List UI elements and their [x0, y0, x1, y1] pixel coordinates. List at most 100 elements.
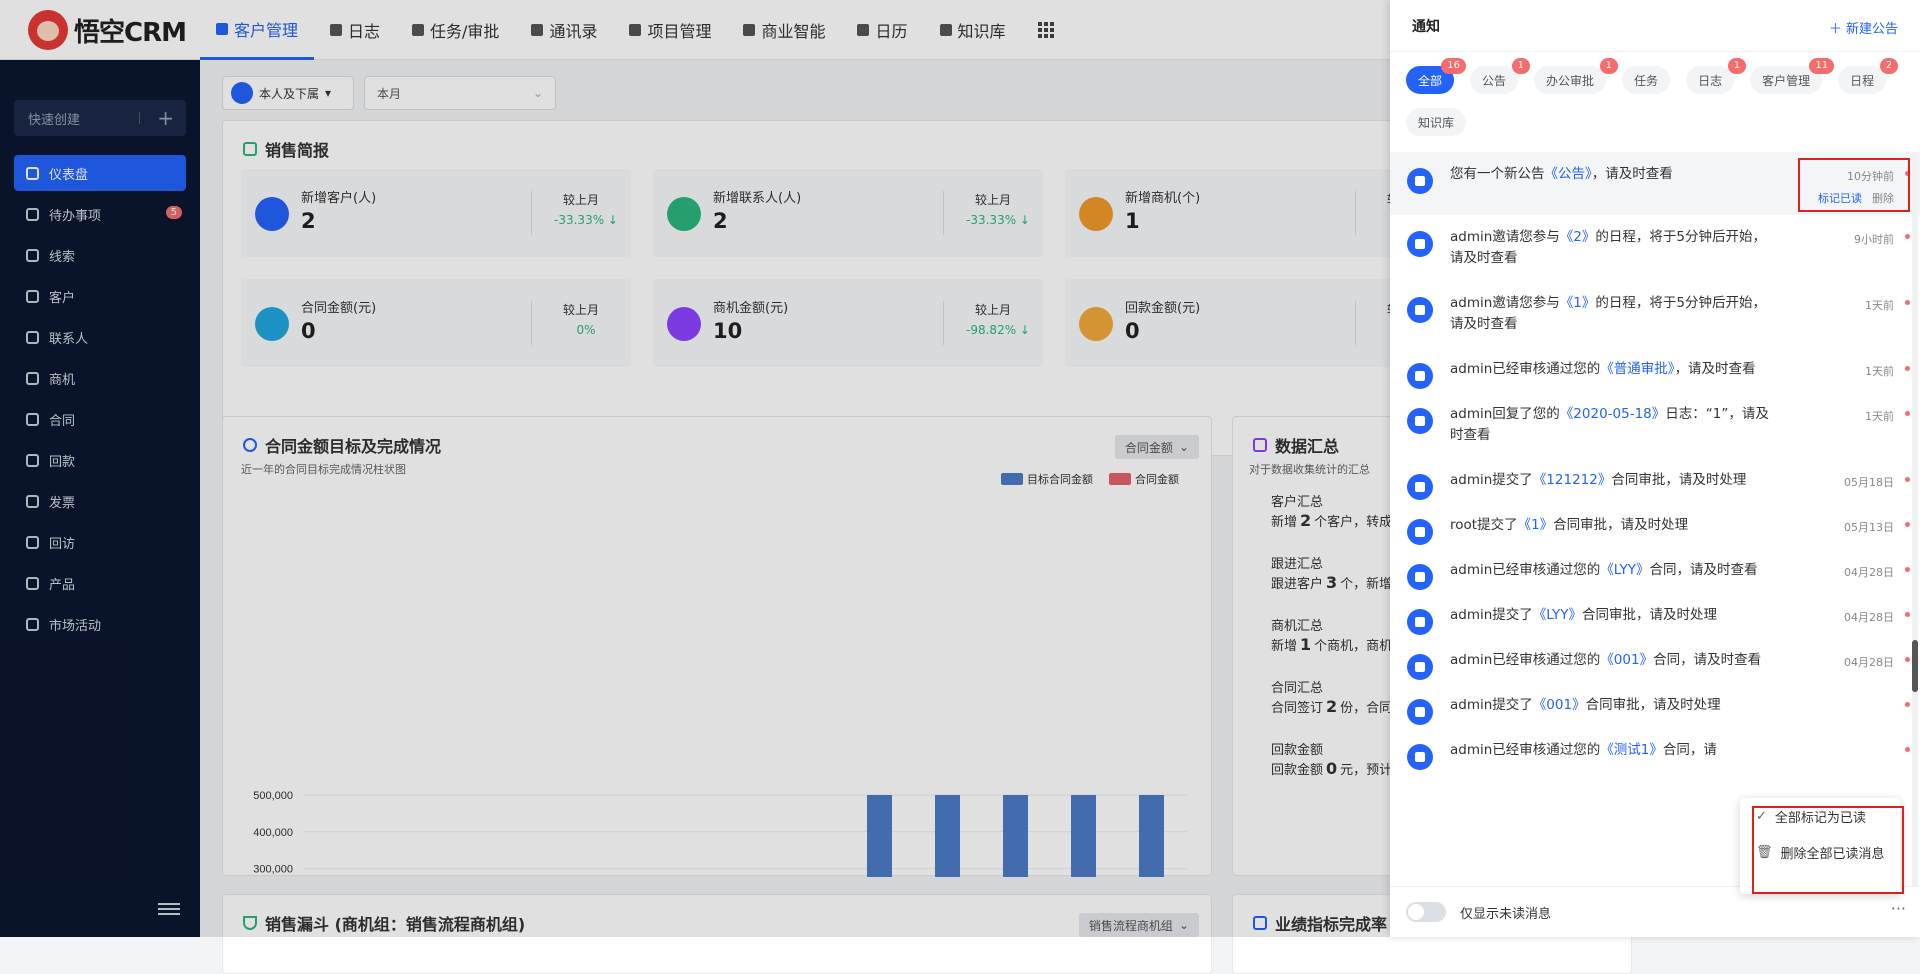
nav-item-7[interactable]: 知识库: [924, 0, 1022, 60]
nav-item-2[interactable]: 任务/审批: [396, 0, 515, 60]
data-summary-title: 数据汇总: [1253, 433, 1339, 457]
notification-link[interactable]: 《LYY》: [1533, 607, 1582, 623]
tab-5[interactable]: 客户管理 11: [1750, 58, 1835, 94]
sidebar-item-7[interactable]: 回款: [14, 442, 186, 478]
notification-item[interactable]: admin提交了《001》合同审批，请及时处理: [1390, 683, 1920, 728]
notification-item[interactable]: admin已经审核通过您的《测试1》合同，请: [1390, 728, 1920, 773]
bar-target[interactable]: [1003, 795, 1028, 877]
apps-grid-icon[interactable]: [1022, 0, 1070, 60]
stat-value: 0: [301, 319, 316, 343]
notification-item[interactable]: admin提交了《LYY》合同审批，请及时处理 04月28日: [1390, 593, 1920, 638]
notification-link[interactable]: 《001》: [1600, 652, 1653, 668]
todo-badge: 5: [165, 206, 182, 219]
tab-6[interactable]: 日程 2: [1838, 58, 1899, 94]
notification-pre: admin邀请您参与: [1450, 229, 1560, 245]
collapse-sidebar-icon[interactable]: [158, 903, 180, 917]
stat-label: 新增商机(个): [1125, 191, 1201, 206]
bar-target[interactable]: [867, 795, 892, 877]
scope-select[interactable]: 本人及下属 ▾: [222, 76, 354, 110]
notification-link[interactable]: 《2020-05-18》: [1560, 406, 1665, 422]
unread-dot: [1905, 477, 1910, 482]
quick-create-label: 快速创建: [28, 112, 81, 128]
notification-text: admin已经审核通过您的《LYY》合同，请及时查看: [1450, 560, 1770, 581]
notification-link[interactable]: 《2》: [1560, 229, 1596, 245]
nav-item-3[interactable]: 通讯录: [515, 0, 613, 60]
new-announcement-button[interactable]: ＋ 新建公告: [1829, 18, 1898, 37]
notification-link[interactable]: 《121212》: [1533, 472, 1612, 488]
sidebar-item-0[interactable]: 仪表盘: [14, 155, 186, 191]
more-options-icon[interactable]: ···: [1891, 899, 1906, 918]
sidebar-item-label: 市场活动: [49, 618, 102, 634]
menu-item-icon: [26, 412, 39, 426]
sales-brief-card: 销售简报 新增客户(人) 2 较上月 -33.33% ↓ 新增联系人(人) 2 较上月 -33…: [222, 120, 1455, 456]
notification-item[interactable]: admin已经审核通过您的《LYY》合同，请及时查看 04月28日: [1390, 548, 1920, 593]
notification-text: admin已经审核通过您的《001》合同，请及时查看: [1450, 650, 1770, 671]
notification-link[interactable]: 《LYY》: [1600, 562, 1649, 578]
period-select[interactable]: 本月 ⌄: [364, 76, 556, 110]
notification-link[interactable]: 《公告》: [1545, 166, 1592, 182]
notification-item[interactable]: admin提交了《121212》合同审批，请及时处理 05月18日: [1390, 458, 1920, 503]
nav-item-6[interactable]: 日历: [841, 0, 923, 60]
notification-link[interactable]: 《1》: [1560, 295, 1596, 311]
notification-time: 1天前: [1865, 365, 1894, 378]
sidebar-item-6[interactable]: 合同: [14, 401, 186, 437]
notification-panel: 通知 ＋ 新建公告 全部 16 公告 1 办公审批 1 任务 日志 1 客户管理 11 日程 2 知识库 …: [1390, 0, 1920, 937]
nav-item-1[interactable]: 日志: [314, 0, 396, 60]
tab-label: 任务: [1634, 73, 1659, 88]
logo[interactable]: 悟空CRM: [28, 10, 187, 50]
quick-create[interactable]: 快速创建 +: [14, 100, 186, 136]
notification-header: 通知 ＋ 新建公告: [1390, 0, 1920, 52]
tab-7[interactable]: 知识库: [1406, 108, 1467, 136]
only-unread-toggle[interactable]: [1406, 902, 1446, 922]
sidebar-item-label: 商机: [49, 372, 76, 388]
notification-link[interactable]: 《001》: [1533, 697, 1586, 713]
stat-label: 商机金额(元): [713, 301, 789, 316]
tab-3[interactable]: 任务: [1622, 66, 1671, 94]
tab-0[interactable]: 全部 16: [1406, 58, 1467, 94]
sidebar-item-4[interactable]: 联系人: [14, 319, 186, 355]
sidebar-item-2[interactable]: 线索: [14, 237, 186, 273]
notification-scrollbar[interactable]: [1912, 152, 1918, 886]
summary-number: 3: [1326, 573, 1338, 592]
notification-link[interactable]: 《1》: [1518, 517, 1554, 533]
sidebar-item-11[interactable]: 市场活动: [14, 606, 186, 642]
sidebar-item-label: 发票: [49, 495, 76, 511]
scrollbar-thumb[interactable]: [1912, 640, 1918, 692]
tab-label: 知识库: [1418, 115, 1455, 130]
nav-item-0[interactable]: 客户管理: [200, 0, 315, 60]
summary-row-text: 新增 2 个客户，转成: [1271, 511, 1392, 530]
notification-item[interactable]: admin邀请您参与《1》的日程，将于5分钟后开始，请及时查看 1天前: [1390, 281, 1920, 347]
notification-link[interactable]: 《普通审批》: [1600, 361, 1674, 377]
nav-item-label: 任务/审批: [430, 22, 500, 41]
notification-item[interactable]: admin回复了您的《2020-05-18》日志：“1”，请及时查看 1天前: [1390, 392, 1920, 458]
tab-4[interactable]: 日志 1: [1686, 58, 1747, 94]
bar-target[interactable]: [935, 795, 960, 877]
notification-link[interactable]: 《测试1》: [1600, 742, 1663, 758]
sidebar-item-5[interactable]: 商机: [14, 360, 186, 396]
sidebar-item-1[interactable]: 待办事项 5: [14, 196, 186, 232]
bar-target[interactable]: [1071, 795, 1096, 877]
notification-post: ，请及时查看: [1674, 361, 1756, 377]
sidebar-item-10[interactable]: 产品: [14, 565, 186, 601]
bar-target[interactable]: [1139, 795, 1164, 877]
tab-badge: 11: [1809, 58, 1835, 74]
sidebar-item-9[interactable]: 回访: [14, 524, 186, 560]
notification-tabs: 全部 16 公告 1 办公审批 1 任务 日志 1 客户管理 11 日程 2 知识库: [1406, 58, 1906, 136]
compare-label: 较上月: [974, 303, 1011, 317]
notification-pre: root提交了: [1450, 517, 1518, 533]
funnel-group-select[interactable]: 销售流程商机组 ⌄: [1078, 913, 1199, 937]
notification-post: ，请及时查看: [1591, 166, 1673, 182]
notification-pre: admin已经审核通过您的: [1450, 562, 1601, 578]
plus-icon[interactable]: +: [157, 106, 174, 130]
nav-item-label: 知识库: [957, 22, 1006, 41]
tab-1[interactable]: 公告 1: [1470, 58, 1531, 94]
nav-item-4[interactable]: 项目管理: [613, 0, 727, 60]
notification-item[interactable]: root提交了《1》合同审批，请及时处理 05月13日: [1390, 503, 1920, 548]
sidebar-item-3[interactable]: 客户: [14, 278, 186, 314]
notification-item[interactable]: admin已经审核通过您的《普通审批》，请及时查看 1天前: [1390, 347, 1920, 392]
notification-item[interactable]: admin已经审核通过您的《001》合同，请及时查看 04月28日: [1390, 638, 1920, 683]
nav-item-5[interactable]: 商业智能: [727, 0, 841, 60]
notification-item[interactable]: admin邀请您参与《2》的日程，将于5分钟后开始，请及时查看 9小时前: [1390, 215, 1920, 281]
tab-2[interactable]: 办公审批 1: [1534, 58, 1619, 94]
sidebar-item-8[interactable]: 发票: [14, 483, 186, 519]
